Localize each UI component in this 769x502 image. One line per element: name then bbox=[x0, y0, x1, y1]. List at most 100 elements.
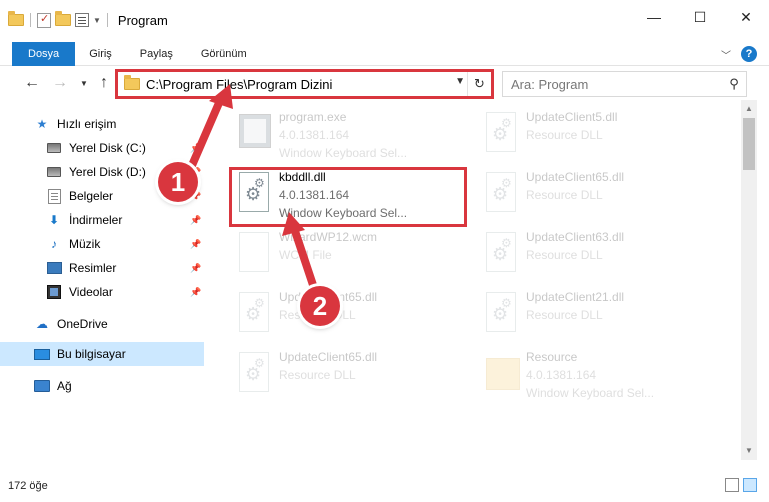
search-icon[interactable]: ⚲ bbox=[722, 76, 746, 92]
sidebar-item-downloads[interactable]: ⬇ İndirmeler 📌 bbox=[0, 208, 204, 232]
file-name: program.exe bbox=[279, 110, 347, 124]
sidebar-item-label: Ağ bbox=[57, 379, 72, 393]
download-icon: ⬇ bbox=[48, 213, 60, 227]
minimize-button[interactable]: — bbox=[631, 0, 677, 34]
file-item-wcm[interactable]: WizardWP12.wcm WCM File bbox=[233, 228, 473, 284]
pin-icon[interactable]: 📌 bbox=[190, 143, 201, 154]
address-bar[interactable]: C:\Program Files\Program Dizini ▼ ↻ bbox=[117, 71, 492, 97]
file-icon bbox=[239, 232, 269, 272]
details-view-icon[interactable] bbox=[725, 478, 739, 492]
file-description: Window Keyboard Sel... bbox=[279, 206, 408, 220]
file-name: UpdateClient63.dll bbox=[526, 230, 625, 244]
file-name: Resource bbox=[526, 350, 578, 364]
properties-check-icon[interactable] bbox=[37, 12, 51, 28]
view-switcher bbox=[725, 478, 757, 492]
file-type: Resource DLL bbox=[526, 308, 603, 322]
window-controls: — ☐ ✕ bbox=[631, 0, 769, 34]
file-type: WCM File bbox=[279, 248, 332, 262]
large-icons-view-icon[interactable] bbox=[743, 478, 757, 492]
dll-icon: ⚙ ⚙ bbox=[486, 172, 516, 212]
expand-ribbon-icon[interactable]: ﹀ bbox=[721, 47, 731, 62]
scroll-up-icon[interactable]: ▲ bbox=[741, 102, 757, 116]
refresh-icon[interactable]: ↻ bbox=[467, 72, 491, 96]
sidebar-item-label: Bu bilgisayar bbox=[57, 347, 126, 361]
sidebar-item-music[interactable]: ♪ Müzik 📌 bbox=[0, 232, 204, 256]
address-dropdown-icon[interactable]: ▼ bbox=[455, 76, 465, 87]
sidebar-item-label: OneDrive bbox=[57, 317, 108, 331]
recent-locations-chevron-icon[interactable]: ▼ bbox=[74, 79, 94, 88]
file-version: 4.0.1381.164 bbox=[526, 368, 597, 382]
pin-icon[interactable]: 📌 bbox=[190, 287, 201, 298]
file-type: Resource DLL bbox=[526, 128, 603, 142]
file-item-dll[interactable]: ⚙⚙ UpdateClient65.dll Resource DLL bbox=[233, 348, 473, 404]
documents-icon bbox=[47, 188, 61, 204]
file-name: UpdateClient65.dll bbox=[279, 350, 378, 364]
sidebar-item-network[interactable]: Ağ bbox=[0, 374, 204, 398]
address-path[interactable]: C:\Program Files\Program Dizini bbox=[146, 77, 332, 92]
step-2-badge: 2 bbox=[300, 286, 340, 326]
file-item-dll[interactable]: ⚙⚙ UpdateClient65.dll Resource DLL bbox=[233, 288, 473, 344]
new-folder-icon[interactable] bbox=[55, 11, 71, 26]
video-icon bbox=[47, 285, 61, 299]
file-name: UpdateClient5.dll bbox=[526, 110, 618, 124]
status-bar: 172 öğe bbox=[0, 470, 769, 502]
vertical-scrollbar[interactable]: ▲ ▼ bbox=[741, 100, 757, 460]
help-icon[interactable]: ? bbox=[741, 46, 757, 62]
file-item-dll[interactable]: ⚙ ⚙ UpdateClient21.dll Resource DLL bbox=[480, 288, 720, 344]
file-item-dll[interactable]: ⚙ ⚙ UpdateClient5.dll Resource DLL bbox=[480, 108, 720, 164]
close-button[interactable]: ✕ bbox=[723, 0, 769, 34]
file-item-dll[interactable]: ⚙⚙ UpdateClient65.dll Resource DLL bbox=[480, 168, 720, 224]
file-item-program-exe[interactable]: program.exe 4.0.1381.164 Window Keyboard… bbox=[233, 108, 473, 164]
tab-home[interactable]: Giriş bbox=[75, 42, 126, 66]
disk-icon bbox=[47, 143, 61, 153]
sidebar-item-pictures[interactable]: Resimler 📌 bbox=[0, 256, 204, 280]
dll-icon: ⚙ ⚙ bbox=[239, 172, 269, 212]
sidebar-item-label: Hızlı erişim bbox=[57, 117, 117, 131]
sidebar-item-label: Yerel Disk (D:) bbox=[69, 165, 146, 179]
pc-icon bbox=[34, 348, 50, 360]
pin-icon[interactable]: 📌 bbox=[190, 215, 201, 226]
folder-icon[interactable] bbox=[8, 11, 24, 26]
exe-icon bbox=[239, 114, 271, 148]
file-name: kbddll.dll bbox=[279, 170, 326, 184]
cloud-icon: ☁ bbox=[36, 317, 48, 331]
up-arrow-icon[interactable]: ↑ bbox=[94, 74, 114, 92]
file-name: UpdateClient65.dll bbox=[526, 170, 625, 184]
sidebar-item-local-disk-c[interactable]: Yerel Disk (C:) 📌 bbox=[0, 136, 204, 160]
quick-access-toolbar: ▼ bbox=[8, 11, 110, 28]
sidebar-item-label: Videolar bbox=[69, 285, 113, 299]
search-box[interactable]: Ara: Program ⚲ bbox=[502, 71, 747, 97]
folder-icon bbox=[486, 358, 520, 390]
file-name: WizardWP12.wcm bbox=[279, 230, 378, 244]
sidebar-item-videos[interactable]: Videolar 📌 bbox=[0, 280, 204, 304]
chevron-down-icon[interactable]: ▼ bbox=[93, 16, 101, 25]
sidebar-item-onedrive[interactable]: ☁ OneDrive bbox=[0, 312, 204, 336]
navigation-bar: ← → ▼ ↑ C:\Program Files\Program Dizini … bbox=[0, 69, 769, 99]
step-1-badge: 1 bbox=[158, 162, 198, 202]
dll-icon: ⚙ ⚙ bbox=[486, 292, 516, 332]
file-item-resource-folder[interactable]: Resource 4.0.1381.164 Window Keyboard Se… bbox=[480, 348, 720, 404]
toolbar-divider bbox=[106, 13, 108, 27]
sidebar-item-quick-access[interactable]: ★ Hızlı erişim bbox=[0, 112, 204, 136]
folder-icon bbox=[124, 75, 140, 90]
file-type: Resource DLL bbox=[526, 248, 603, 262]
maximize-button[interactable]: ☐ bbox=[677, 0, 723, 34]
forward-arrow-icon[interactable]: → bbox=[50, 74, 70, 92]
tab-share[interactable]: Paylaş bbox=[126, 42, 187, 66]
dll-icon: ⚙ ⚙ bbox=[239, 352, 269, 392]
back-arrow-icon[interactable]: ← bbox=[22, 74, 42, 92]
tab-view[interactable]: Görünüm bbox=[187, 42, 261, 66]
pin-icon[interactable]: 📌 bbox=[190, 239, 201, 250]
file-item-dll[interactable]: ⚙ ⚙ UpdateClient63.dll Resource DLL bbox=[480, 228, 720, 284]
customize-toolbar-icon[interactable] bbox=[75, 13, 89, 27]
sidebar-item-label: Resimler bbox=[69, 261, 117, 275]
scroll-down-icon[interactable]: ▼ bbox=[741, 444, 757, 458]
sidebar-item-label: İndirmeler bbox=[69, 213, 123, 227]
tab-file[interactable]: Dosya bbox=[12, 41, 76, 66]
scroll-thumb[interactable] bbox=[743, 118, 755, 170]
search-input[interactable]: Ara: Program bbox=[511, 77, 722, 92]
sidebar-item-this-pc[interactable]: Bu bilgisayar bbox=[0, 342, 204, 366]
file-item-kbddll-dll[interactable]: ⚙ ⚙ kbddll.dll 4.0.1381.164 Window Keyboa… bbox=[233, 168, 473, 224]
pin-icon[interactable]: 📌 bbox=[190, 263, 201, 274]
sidebar-item-label: Belgeler bbox=[69, 189, 114, 203]
